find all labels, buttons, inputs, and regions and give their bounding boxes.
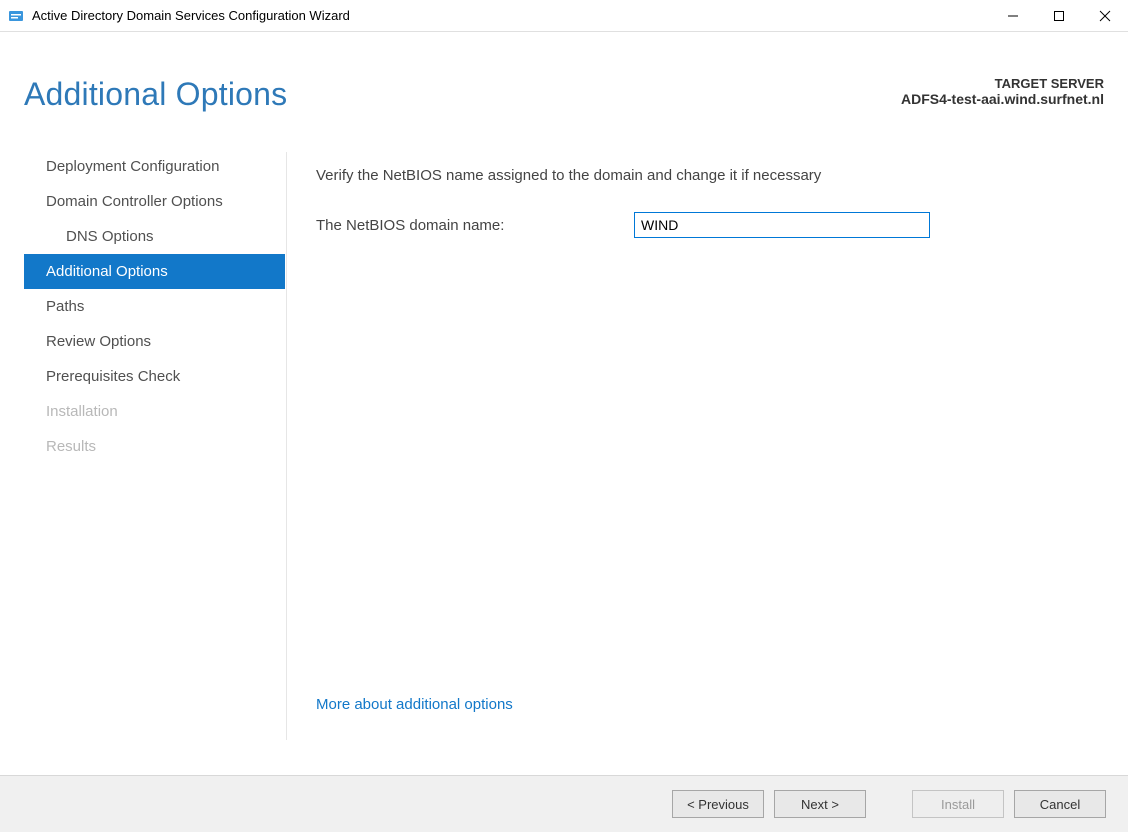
sidebar-item-label: Domain Controller Options <box>46 193 223 210</box>
body: Deployment Configuration Domain Controlle… <box>0 113 1128 733</box>
close-button[interactable] <box>1082 0 1128 31</box>
install-button[interactable]: Install <box>912 790 1004 818</box>
page-title: Additional Options <box>24 76 287 113</box>
previous-button[interactable]: < Previous <box>672 790 764 818</box>
sidebar-item-label: Paths <box>46 298 84 315</box>
footer-bar: < Previous Next > Install Cancel <box>0 775 1128 832</box>
sidebar-item-dns-options[interactable]: DNS Options <box>24 219 285 254</box>
window-controls <box>990 0 1128 31</box>
maximize-button[interactable] <box>1036 0 1082 31</box>
footer-spacer <box>876 790 902 818</box>
sidebar-item-domain-controller-options[interactable]: Domain Controller Options <box>24 184 285 219</box>
sidebar-item-label: Prerequisites Check <box>46 368 180 385</box>
minimize-button[interactable] <box>990 0 1036 31</box>
netbios-domain-input[interactable] <box>634 212 930 238</box>
next-button[interactable]: Next > <box>774 790 866 818</box>
sidebar-item-results: Results <box>24 429 285 464</box>
instruction-text: Verify the NetBIOS name assigned to the … <box>316 167 1098 184</box>
sidebar-item-label: DNS Options <box>66 228 154 245</box>
app-icon <box>8 8 24 24</box>
window-title: Active Directory Domain Services Configu… <box>32 8 990 23</box>
target-server-label: TARGET SERVER <box>901 76 1104 91</box>
target-server-block: TARGET SERVER ADFS4-test-aai.wind.surfne… <box>901 76 1104 107</box>
sidebar: Deployment Configuration Domain Controlle… <box>0 149 286 733</box>
netbios-field-label: The NetBIOS domain name: <box>316 217 634 234</box>
sidebar-item-label: Additional Options <box>46 263 168 280</box>
more-about-link[interactable]: More about additional options <box>316 696 1098 713</box>
sidebar-item-prerequisites-check[interactable]: Prerequisites Check <box>24 359 285 394</box>
target-server-value: ADFS4-test-aai.wind.surfnet.nl <box>901 91 1104 107</box>
sidebar-item-label: Results <box>46 438 96 455</box>
sidebar-item-installation: Installation <box>24 394 285 429</box>
sidebar-item-label: Deployment Configuration <box>46 158 219 175</box>
cancel-button[interactable]: Cancel <box>1014 790 1106 818</box>
main-panel: Verify the NetBIOS name assigned to the … <box>286 149 1128 733</box>
netbios-field-row: The NetBIOS domain name: <box>316 212 1098 238</box>
titlebar: Active Directory Domain Services Configu… <box>0 0 1128 32</box>
header: Additional Options TARGET SERVER ADFS4-t… <box>0 32 1128 113</box>
sidebar-item-deployment-configuration[interactable]: Deployment Configuration <box>24 149 285 184</box>
sidebar-item-additional-options[interactable]: Additional Options <box>24 254 285 289</box>
sidebar-item-label: Installation <box>46 403 118 420</box>
sidebar-item-review-options[interactable]: Review Options <box>24 324 285 359</box>
sidebar-item-label: Review Options <box>46 333 151 350</box>
sidebar-item-paths[interactable]: Paths <box>24 289 285 324</box>
